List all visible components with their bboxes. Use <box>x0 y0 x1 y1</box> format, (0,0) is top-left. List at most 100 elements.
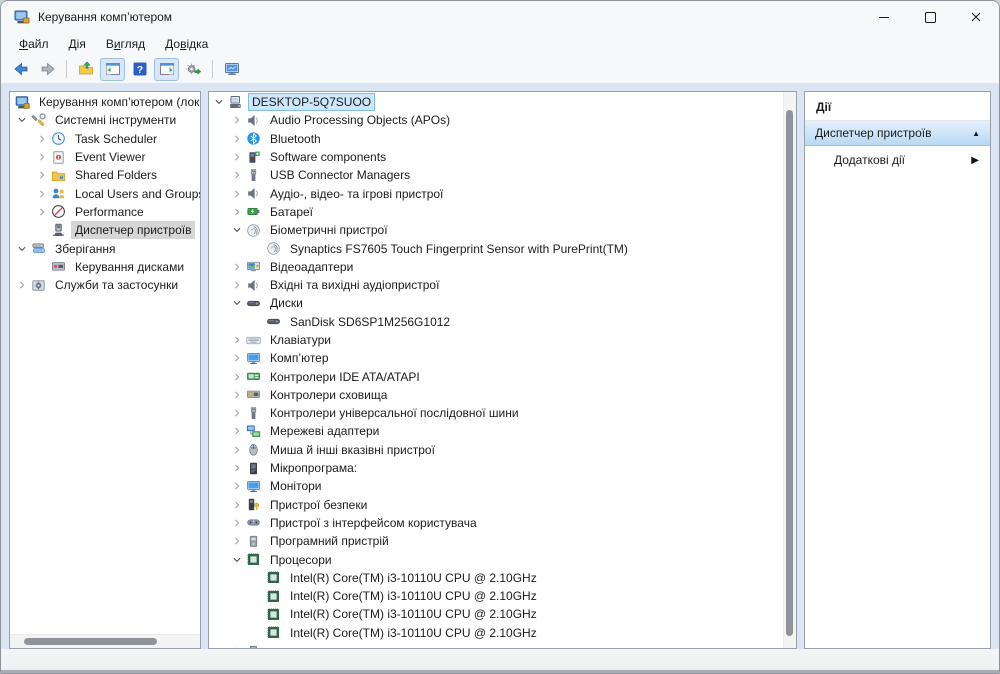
maximize-button[interactable] <box>907 1 953 33</box>
chevron-collapsed-icon[interactable] <box>34 131 50 147</box>
device-tree-item[interactable]: Intel(R) Core(TM) i3-10110U CPU @ 2.10GH… <box>209 605 784 623</box>
view-menu[interactable]: Вигляд <box>96 35 155 53</box>
action-menu[interactable]: Дія <box>59 35 96 53</box>
actions-group-header[interactable]: Диспетчер пристроїв ▲ <box>805 121 990 146</box>
device-tree-item[interactable]: Вхідні та вихідні аудіопристрої <box>209 276 784 294</box>
chevron-collapsed-icon[interactable] <box>229 204 245 220</box>
device-tree-item[interactable]: Intel(R) Core(TM) i3-10110U CPU @ 2.10GH… <box>209 587 784 605</box>
chevron-collapsed-icon[interactable] <box>229 369 245 385</box>
forward-button[interactable] <box>35 58 60 81</box>
device-tree-item[interactable]: Audio Processing Objects (APOs) <box>209 111 784 129</box>
chevron-expanded-icon[interactable] <box>211 94 227 110</box>
chevron-collapsed-icon[interactable] <box>229 186 245 202</box>
console-tree-item[interactable]: Task Scheduler <box>10 130 200 148</box>
chevron-collapsed-icon[interactable] <box>14 277 30 293</box>
device-tree-item[interactable]: Synaptics FS7605 Touch Fingerprint Senso… <box>209 239 784 257</box>
device-tree-item[interactable]: Диски <box>209 294 784 312</box>
chevron-expanded-icon[interactable] <box>229 295 245 311</box>
chevron-collapsed-icon[interactable] <box>229 350 245 366</box>
minimize-button[interactable] <box>861 1 907 33</box>
chevron-collapsed-icon[interactable] <box>229 515 245 531</box>
help-menu[interactable]: Довідка <box>155 35 218 53</box>
export-list-button[interactable] <box>181 58 206 81</box>
console-tree-item[interactable]: Служби та застосунки <box>10 276 200 294</box>
device-tree-item[interactable]: Миша й інші вказівні пристрої <box>209 441 784 459</box>
console-tree-item[interactable]: Диспетчер пристроїв <box>10 221 200 239</box>
sidebar-horizontal-scrollbar-thumb[interactable] <box>24 638 157 645</box>
chevron-expanded-icon[interactable] <box>229 222 245 238</box>
device-tree-item[interactable]: USB Connector Managers <box>209 166 784 184</box>
device-tree-item[interactable]: Програмний пристрій <box>209 532 784 550</box>
device-tree-item[interactable]: Bluetooth <box>209 130 784 148</box>
console-tree-item[interactable]: Керування дисками <box>10 258 200 276</box>
chevron-collapsed-icon[interactable] <box>34 186 50 202</box>
chevron-collapsed-icon[interactable] <box>229 167 245 183</box>
chevron-collapsed-icon[interactable] <box>34 204 50 220</box>
chevron-collapsed-icon[interactable] <box>229 332 245 348</box>
device-tree-item[interactable] <box>209 642 784 648</box>
sidebar-horizontal-scrollbar[interactable] <box>10 634 200 648</box>
chevron-expanded-icon[interactable] <box>229 552 245 568</box>
chevron-collapsed-icon[interactable] <box>34 149 50 165</box>
chevron-collapsed-icon[interactable] <box>229 131 245 147</box>
chevron-collapsed-icon[interactable] <box>229 643 245 648</box>
chevron-collapsed-icon[interactable] <box>229 277 245 293</box>
device-tree-item[interactable]: Контролери сховища <box>209 386 784 404</box>
device-tree-item[interactable]: Клавіатури <box>209 331 784 349</box>
device-tree-vertical-scrollbar[interactable] <box>783 92 796 648</box>
chevron-collapsed-icon[interactable] <box>229 149 245 165</box>
chevron-collapsed-icon[interactable] <box>229 442 245 458</box>
chevron-collapsed-icon[interactable] <box>229 259 245 275</box>
console-tree-item[interactable]: Event Viewer <box>10 148 200 166</box>
device-tree-item[interactable]: Відеоадаптери <box>209 258 784 276</box>
device-tree-item[interactable]: Пристрої з інтерфейсом користувача <box>209 514 784 532</box>
chevron-collapsed-icon[interactable] <box>229 478 245 494</box>
chevron-expanded-icon[interactable] <box>14 112 30 128</box>
device-tree-item[interactable]: Intel(R) Core(TM) i3-10110U CPU @ 2.10GH… <box>209 624 784 642</box>
console-tree-item[interactable]: Performance <box>10 203 200 221</box>
console-tree-item[interactable]: Shared Folders <box>10 166 200 184</box>
chevron-collapsed-icon[interactable] <box>229 497 245 513</box>
chevron-expanded-icon[interactable] <box>14 241 30 257</box>
tree-item-label: Пристрої з інтерфейсом користувача <box>266 514 481 532</box>
device-tree-item[interactable]: SanDisk SD6SP1M256G1012 <box>209 313 784 331</box>
show-console-tree-button[interactable] <box>100 58 125 81</box>
content-area: Керування комп’ютером (локаСистемні інст… <box>1 83 999 673</box>
device-tree-item[interactable]: Software components <box>209 148 784 166</box>
chevron-collapsed-icon[interactable] <box>229 405 245 421</box>
console-tree-item[interactable]: Local Users and Groups <box>10 184 200 202</box>
console-tree-item[interactable]: Керування комп’ютером (лока <box>10 93 200 111</box>
show-action-pane-button[interactable] <box>154 58 179 81</box>
device-tree-item[interactable]: Аудіо-, відео- та ігрові пристрої <box>209 184 784 202</box>
more-actions-item[interactable]: Додаткові дії ▶ <box>805 146 990 174</box>
collapse-arrow-icon[interactable]: ▲ <box>972 129 980 138</box>
file-menu[interactable]: Файл <box>9 35 59 53</box>
device-tree-item[interactable]: Біометричні пристрої <box>209 221 784 239</box>
tree-item-label: Task Scheduler <box>71 130 161 148</box>
back-button[interactable] <box>8 58 33 81</box>
remote-desktop-button[interactable] <box>219 58 244 81</box>
device-tree-item[interactable]: Процесори <box>209 550 784 568</box>
up-one-level-button[interactable] <box>73 58 98 81</box>
device-tree-item[interactable]: Мережеві адаптери <box>209 422 784 440</box>
chevron-collapsed-icon[interactable] <box>229 460 245 476</box>
chevron-collapsed-icon[interactable] <box>229 533 245 549</box>
device-tree-item[interactable]: DESKTOP-5Q7SUOO <box>209 93 784 111</box>
chevron-collapsed-icon[interactable] <box>229 387 245 403</box>
device-tree-item[interactable]: Контролери IDE ATA/ATAPI <box>209 367 784 385</box>
console-tree-item[interactable]: Зберігання <box>10 239 200 257</box>
device-tree-item[interactable]: Мікропрограма: <box>209 459 784 477</box>
console-tree-item[interactable]: Системні інструменти <box>10 111 200 129</box>
device-tree-item[interactable]: Контролери універсальної послідовної шин… <box>209 404 784 422</box>
help-button[interactable]: ? <box>127 58 152 81</box>
device-tree-item[interactable]: Комп’ютер <box>209 349 784 367</box>
close-button[interactable] <box>953 1 999 33</box>
device-tree-item[interactable]: Пристрої безпеки <box>209 496 784 514</box>
device-tree-item[interactable]: Монітори <box>209 477 784 495</box>
device-tree-item[interactable]: Intel(R) Core(TM) i3-10110U CPU @ 2.10GH… <box>209 569 784 587</box>
device-tree-vertical-scrollbar-thumb[interactable] <box>786 110 793 636</box>
chevron-collapsed-icon[interactable] <box>34 167 50 183</box>
device-tree-item[interactable]: Батареї <box>209 203 784 221</box>
chevron-collapsed-icon[interactable] <box>229 112 245 128</box>
chevron-collapsed-icon[interactable] <box>229 423 245 439</box>
